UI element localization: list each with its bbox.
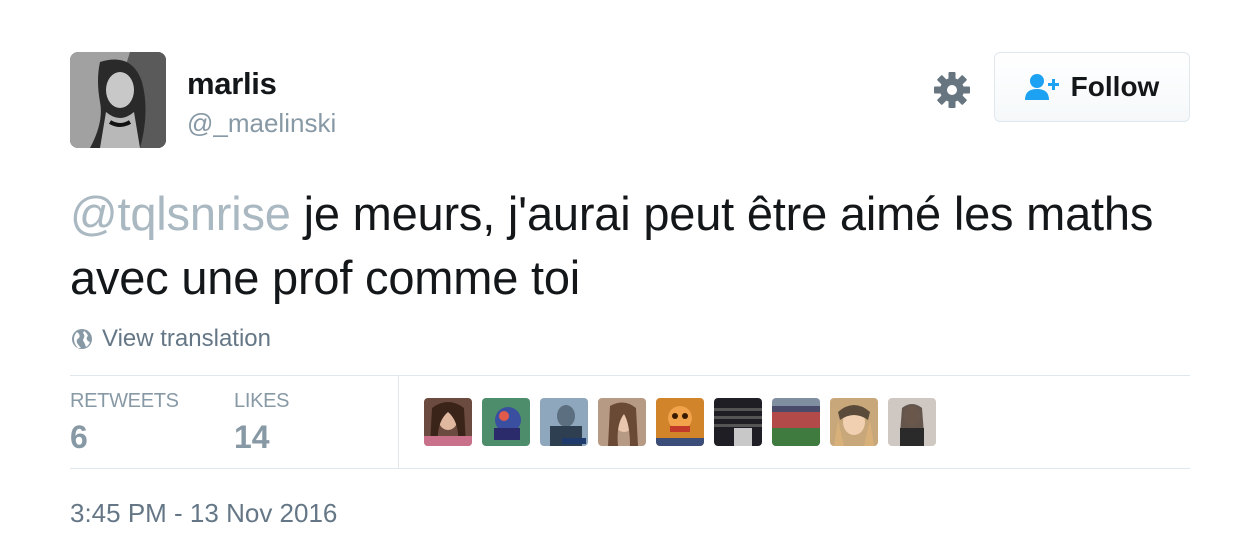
stats-divider: [398, 376, 399, 468]
gear-icon[interactable]: [932, 70, 972, 110]
add-user-icon: [1024, 72, 1061, 102]
likers-avatars: [424, 398, 936, 446]
follow-button[interactable]: Follow: [994, 52, 1190, 122]
mention-link[interactable]: @tqlsnrise: [70, 187, 291, 240]
liker-avatar[interactable]: [540, 398, 588, 446]
tweet-text: @tqlsnrise je meurs, j'aurai peut être a…: [70, 182, 1190, 310]
follow-button-label: Follow: [1070, 71, 1160, 102]
retweets-stat[interactable]: RETWEETS 6: [70, 390, 179, 456]
retweets-label: RETWEETS: [70, 390, 179, 412]
liker-avatar[interactable]: [714, 398, 762, 446]
avatar[interactable]: [70, 52, 166, 148]
display-name[interactable]: marlis: [187, 66, 277, 102]
liker-avatar[interactable]: [656, 398, 704, 446]
tweet-stats: RETWEETS 6 LIKES 14: [70, 376, 1190, 468]
likes-label: LIKES: [234, 390, 290, 412]
liker-avatar[interactable]: [830, 398, 878, 446]
liker-avatar[interactable]: [772, 398, 820, 446]
avatar-image: [70, 52, 166, 148]
tweet-timestamp[interactable]: 3:45 PM - 13 Nov 2016: [70, 498, 337, 529]
divider-bottom: [70, 468, 1190, 469]
view-translation-link[interactable]: View translation: [70, 325, 271, 353]
likes-stat[interactable]: LIKES 14: [234, 390, 290, 456]
user-handle[interactable]: @_maelinski: [187, 108, 336, 139]
retweets-count: 6: [70, 419, 88, 455]
likes-count: 14: [234, 419, 270, 455]
globe-icon: [70, 327, 94, 351]
liker-avatar[interactable]: [888, 398, 936, 446]
tweet-header: marlis @_maelinski Follow: [70, 52, 1190, 148]
view-translation-label: View translation: [102, 325, 271, 352]
liker-avatar[interactable]: [598, 398, 646, 446]
liker-avatar[interactable]: [482, 398, 530, 446]
liker-avatar[interactable]: [424, 398, 472, 446]
